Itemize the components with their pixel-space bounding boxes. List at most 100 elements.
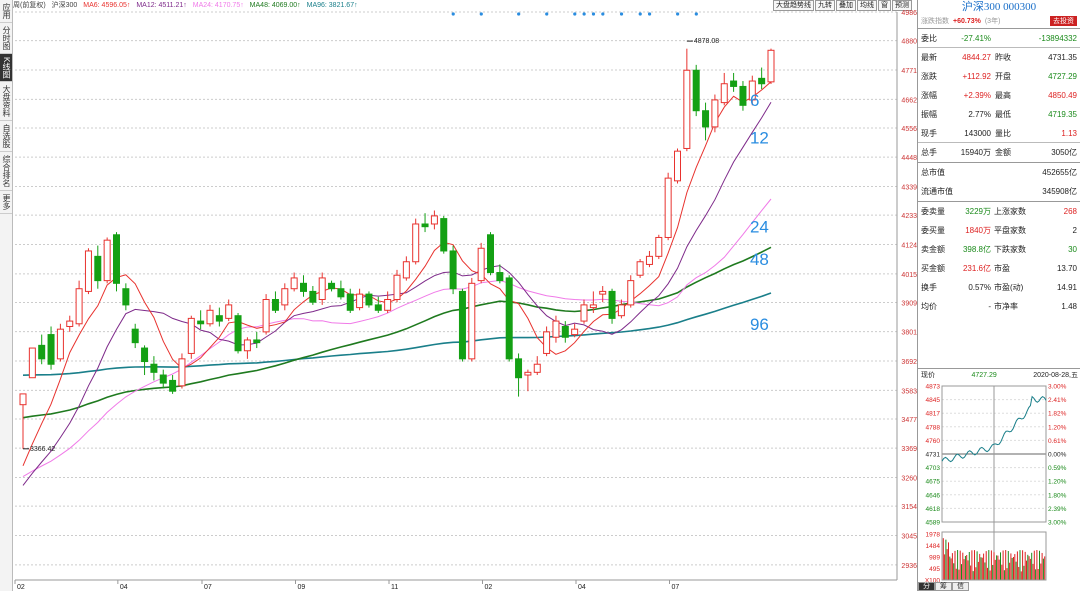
y-tick-label: 4986: [901, 10, 917, 17]
y-tick-label: 3154: [901, 504, 917, 511]
market-key-2: 平盘家数: [994, 226, 1026, 235]
market-key: 委买量: [921, 226, 945, 235]
candle-body: [47, 334, 55, 365]
candle-body: [674, 150, 681, 182]
left-tab-1[interactable]: 分时图: [0, 23, 12, 54]
candles: [19, 48, 775, 449]
mini-tab-0[interactable]: 分: [918, 582, 935, 591]
quote-key: 涨幅: [921, 91, 937, 100]
y-tick-label: 4880: [901, 39, 917, 46]
candle-body: [384, 299, 392, 311]
mini-left-tick: 4817: [926, 411, 941, 418]
security-title: 沪深300 000300: [961, 1, 1037, 13]
candle-body: [758, 77, 766, 85]
candle-body: [215, 315, 223, 322]
candle-body: [515, 358, 523, 379]
candle-body: [56, 328, 64, 360]
quote-value: 15940万: [960, 148, 991, 157]
left-tab-4[interactable]: 自选股: [0, 121, 12, 153]
signal-dot: [451, 12, 455, 16]
invest-button[interactable]: 去投资: [1050, 16, 1077, 26]
mini-left-tick: 4760: [926, 438, 941, 445]
candle-body: [113, 234, 120, 284]
candle-body: [711, 99, 719, 128]
candle-body: [122, 288, 130, 306]
signal-dot: [573, 12, 577, 16]
kline-chart-area[interactable]: 周(前复权) 沪深300 MA6: 4596.05↑ MA12: 4511.21…: [13, 0, 917, 591]
candle-body: [655, 236, 663, 257]
mini-volume: 19781484989495X100: [925, 531, 1047, 585]
mini-vol-tick: 1484: [926, 543, 941, 550]
mini-tab-2[interactable]: 信: [952, 582, 969, 591]
quote-key-2: 金额: [995, 148, 1011, 157]
quote-key-2: 昨收: [995, 53, 1011, 62]
x-tick-label: 07: [672, 584, 680, 591]
candle-body: [402, 261, 410, 279]
quote-key-2: 最低: [995, 110, 1011, 119]
candle-body: [702, 110, 710, 128]
mini-tabs: 分筹信: [918, 582, 969, 591]
market-value-2: 30: [1068, 245, 1077, 254]
candle-body: [730, 80, 738, 87]
quote-value-2: 4850.49: [1048, 91, 1077, 100]
quote-key: 最新: [921, 53, 937, 62]
quote-value-2: 3050亿: [1051, 148, 1077, 157]
candle-body: [169, 379, 177, 392]
market-key-2: 市盈(动): [994, 283, 1024, 292]
candle-body: [159, 374, 167, 384]
y-tick-label: 4448: [901, 155, 917, 162]
candle-body: [28, 347, 36, 379]
market-cap-table: 总市值 452655亿 流通市值 345908亿: [918, 162, 1080, 201]
mini-right-tick: 3.00%: [1048, 384, 1067, 391]
quote-key: 现手: [921, 128, 937, 138]
left-tab-0[interactable]: 应用: [0, 0, 12, 23]
intraday-mini-chart[interactable]: 现价 4727.29 2020-08-28,五 4873 3.00% 4845 2.4…: [918, 368, 1080, 591]
candle-body: [374, 304, 382, 311]
market-key-2: 市盈: [994, 264, 1010, 273]
y-tick-label: 3260: [901, 476, 917, 483]
candle-body: [103, 239, 111, 282]
market-row: 委买量 1840万 平盘家数 2: [918, 221, 1080, 240]
left-tab-2[interactable]: K线图: [0, 54, 12, 83]
x-tick-label: 04: [120, 584, 128, 591]
candle-body: [496, 272, 504, 282]
quote-key: 总手: [921, 148, 937, 157]
left-tab-6[interactable]: 更多: [0, 191, 12, 215]
left-tab-3[interactable]: 大盘资料: [0, 82, 12, 122]
candle-body: [561, 325, 569, 338]
market-key-2: 市净率: [994, 302, 1018, 311]
candle-body: [290, 277, 298, 290]
mini-left-tick: 4589: [926, 520, 941, 527]
quote-value: +112.92: [962, 72, 991, 81]
quote-value-2: 4719.35: [1048, 110, 1077, 119]
candle-body: [580, 304, 588, 322]
candle-body: [505, 277, 513, 360]
mini-tab-1[interactable]: 筹: [935, 582, 952, 591]
left-tab-5[interactable]: 综合排名: [0, 152, 12, 192]
signal-dot: [676, 12, 680, 16]
y-tick-label: 3583: [901, 388, 917, 395]
y-tick-label: 3369: [901, 446, 917, 453]
mini-left-tick: 4618: [926, 506, 941, 513]
candle-body: [262, 299, 270, 333]
market-cap-value: 345908亿: [1042, 187, 1077, 196]
quote-value-2: 4727.29: [1048, 72, 1077, 81]
quote-row: 现手 143000 量比 1.13: [918, 124, 1080, 143]
candle-body: [543, 331, 551, 354]
candle-body: [178, 358, 186, 387]
market-value-2: 268: [1063, 207, 1077, 216]
market-cap-value: 452655亿: [1042, 168, 1077, 177]
y-tick-label: 3692: [901, 359, 917, 366]
signal-dots: [451, 12, 698, 16]
mini-svg: 4873 3.00% 4845 2.41% 4817 1.82% 4788 1.20% 4760…: [925, 384, 1067, 585]
candle-body: [692, 69, 700, 112]
candle-body: [243, 339, 251, 352]
candle-body: [767, 49, 775, 83]
mini-right-tick: 1.20%: [1048, 479, 1067, 486]
quote-value-2: 1.13: [1061, 128, 1077, 138]
quote-side-panel: 沪深300 000300 涨跌指数 +60.73% (3年) 去投资 委比 -27…: [917, 0, 1080, 591]
y-tick-label: 4556: [901, 126, 917, 133]
y-tick-label: 4339: [901, 184, 917, 191]
quote-value-2: -13894332: [1038, 33, 1077, 43]
mini-right-tick: 1.20%: [1048, 424, 1067, 431]
